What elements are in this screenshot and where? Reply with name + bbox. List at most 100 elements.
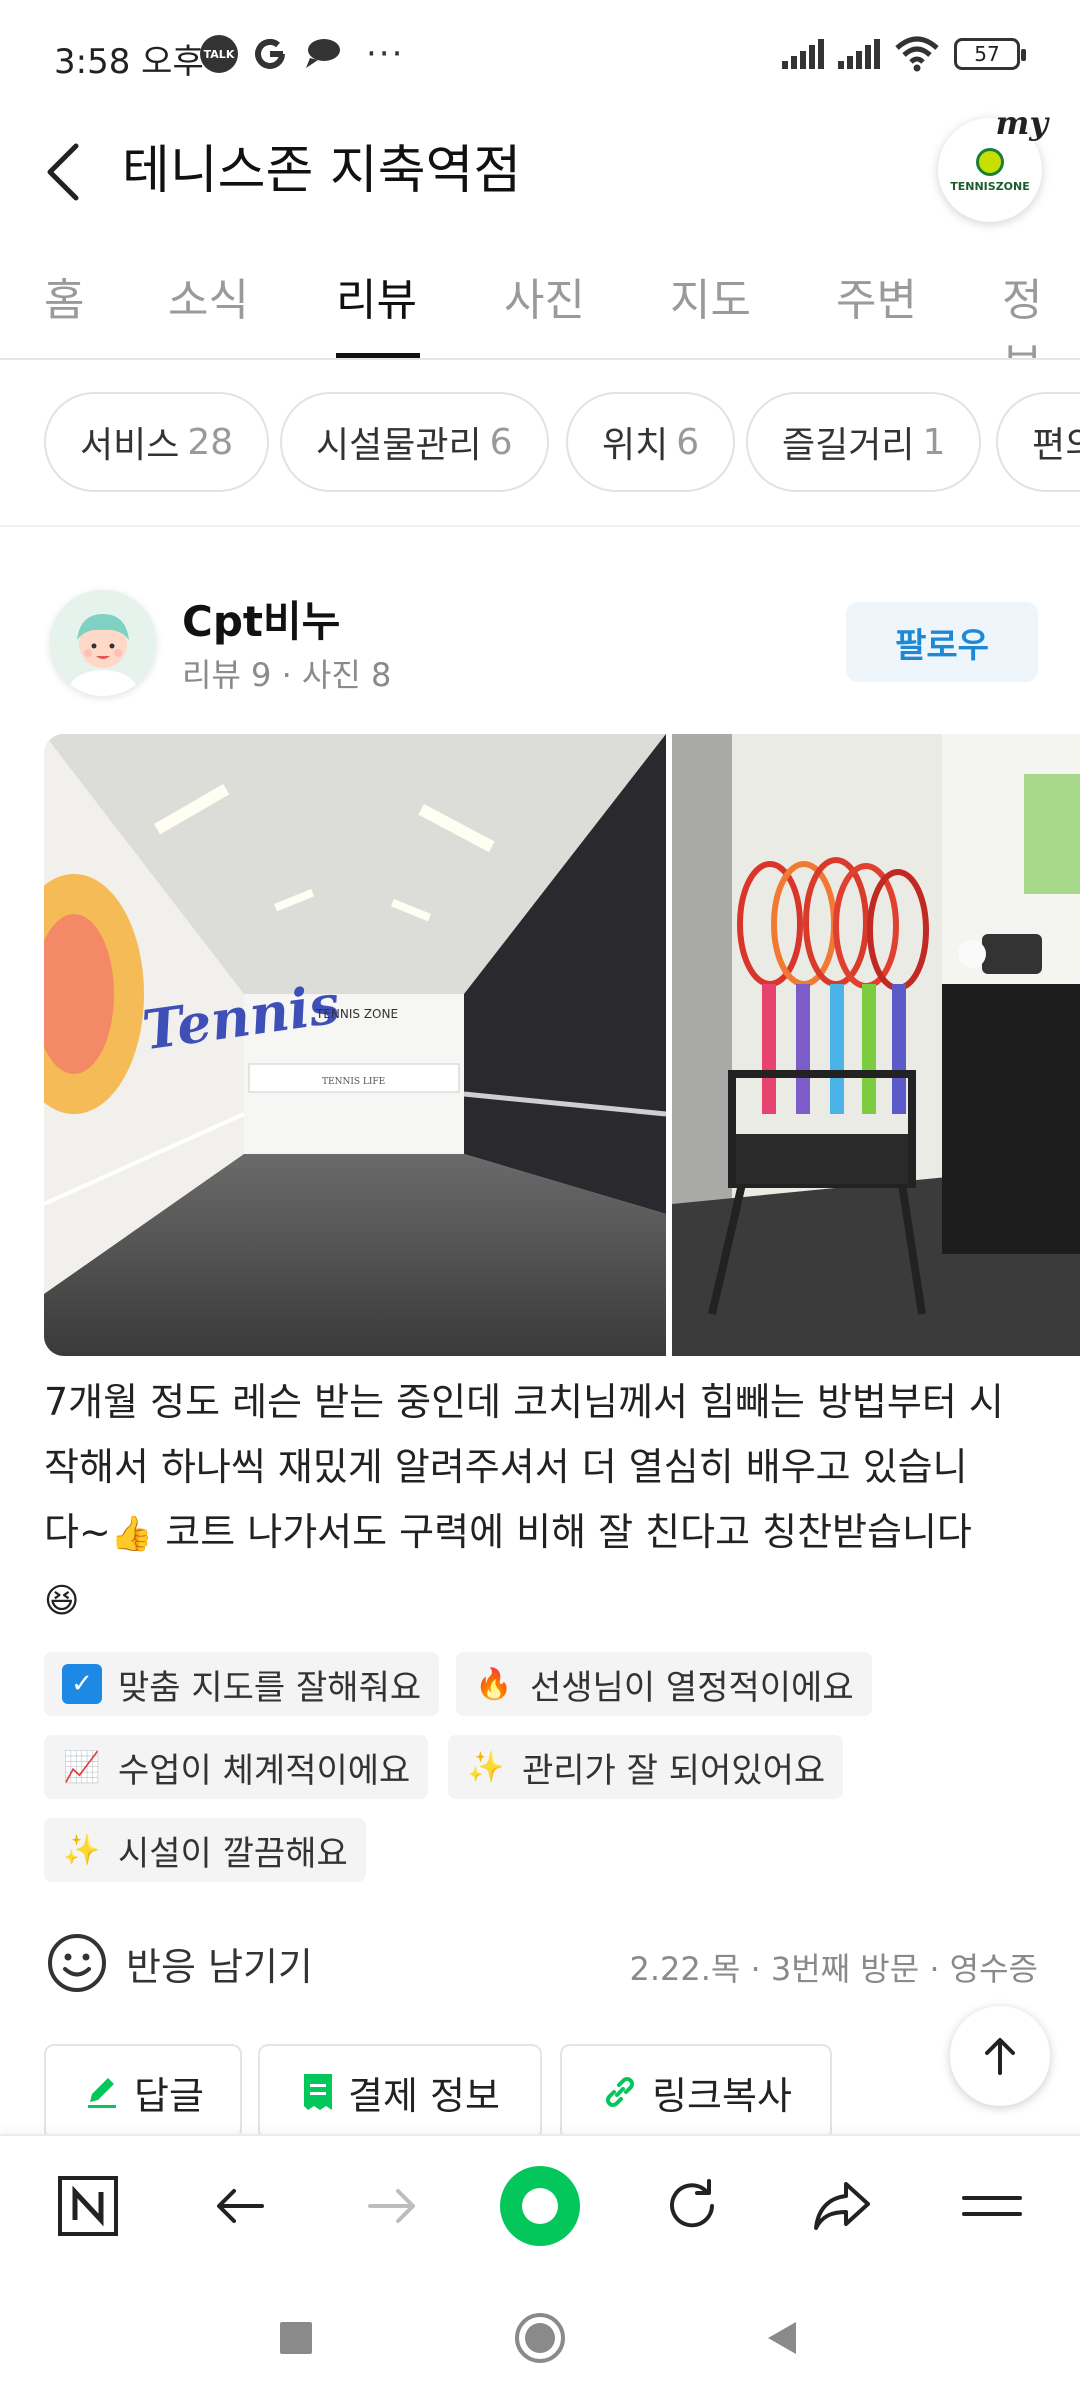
- review-line: 7개월 정도 레슨 받는 중인데 코치님께서 힘빼는 방법부터 시: [44, 1380, 1004, 1424]
- check-icon: ✓: [62, 1664, 102, 1704]
- sparkles-icon: ✨: [467, 1749, 505, 1785]
- tag-label: 선생님이 열정적이에요: [530, 1667, 854, 1708]
- reply-label: 답글: [134, 2073, 204, 2118]
- refresh-icon: [670, 2179, 714, 2228]
- circle-home-icon: [515, 2313, 565, 2363]
- review-photo-2[interactable]: [672, 734, 1080, 1356]
- follow-button[interactable]: 팔로우: [846, 602, 1038, 682]
- review-tag: ✨ 관리가 잘 되어있어요: [448, 1735, 844, 1799]
- chip-service[interactable]: 서비스 28: [44, 392, 270, 492]
- share-button[interactable]: [800, 2164, 884, 2248]
- tab-nearby[interactable]: 주변: [836, 264, 917, 328]
- visit-info: 2.22.목 · 3번째 방문 · 영수증: [629, 1950, 1038, 1988]
- browser-back-button[interactable]: [198, 2164, 282, 2248]
- scroll-to-top-button[interactable]: [950, 2006, 1050, 2106]
- logo-my-text: my: [995, 104, 1048, 142]
- chip-label: 서비스: [80, 425, 180, 466]
- triangle-back-icon: [768, 2322, 796, 2354]
- browser-toolbar: [0, 2134, 1080, 2274]
- status-bar: 3:58 오후 TALK ··· 57: [0, 0, 1080, 110]
- divider: [0, 525, 1080, 527]
- racket-rack-photo: [672, 734, 1080, 1356]
- chip-count: 1: [922, 421, 946, 463]
- back-button[interactable]: [36, 130, 96, 210]
- arrow-left-icon: [217, 2189, 264, 2223]
- receipt-icon: [304, 2074, 333, 2110]
- arrow-right-icon: [368, 2189, 415, 2223]
- smile-icon: [48, 1934, 106, 1992]
- tab-info[interactable]: 정보: [1002, 264, 1080, 358]
- review-text-fragment: 코트 나가서도 구력에 비해 잘 친다고 칭찬받습니다: [153, 1510, 972, 1554]
- tag-label: 시설이 깔끔해요: [118, 1833, 348, 1874]
- green-dot-icon: [500, 2166, 580, 2246]
- menu-button[interactable]: [950, 2164, 1034, 2248]
- pencil-icon: [88, 2078, 117, 2108]
- chip-entertainment[interactable]: 즐길거리 1: [746, 392, 982, 492]
- browser-forward-button[interactable]: [350, 2164, 434, 2248]
- tab-bar: 홈 소식 리뷰 사진 지도 주변 정보: [0, 250, 1080, 360]
- naver-n-icon: [58, 2176, 118, 2236]
- tab-reviews[interactable]: 리뷰: [336, 264, 417, 328]
- recents-button[interactable]: [268, 2310, 324, 2366]
- reaction-label: 반응 남기기: [126, 1944, 313, 1989]
- chip-count: 6: [676, 421, 700, 463]
- reviewer-stats: 리뷰 9 · 사진 8: [182, 656, 392, 694]
- reply-button[interactable]: 답글: [44, 2044, 242, 2140]
- tennis-ball-icon: [976, 147, 1004, 176]
- chart-up-icon: 📈: [63, 1749, 101, 1785]
- google-icon: [255, 38, 285, 69]
- system-navigation-bar: [0, 2274, 1080, 2400]
- review-tag: ✓ 맞춤 지도를 잘해줘요: [44, 1652, 440, 1716]
- reviewer-name[interactable]: Cpt비누: [182, 588, 340, 649]
- system-status: 57: [782, 36, 1026, 72]
- battery-icon: 57: [954, 38, 1026, 70]
- logo-text: TENNISZONE: [950, 179, 1030, 193]
- tag-label: 관리가 잘 되어있어요: [522, 1750, 826, 1791]
- battery-level: 57: [974, 42, 1000, 66]
- review-photo-1[interactable]: Tennis TENNIS ZONE TENNIS LIFE: [44, 734, 666, 1356]
- green-dot-button[interactable]: [498, 2164, 582, 2248]
- tag-label: 맞춤 지도를 잘해줘요: [118, 1667, 422, 1708]
- sparkles-icon: ✨: [63, 1832, 101, 1868]
- header: 테니스존 지축역점 my TENNISZONE: [0, 104, 1080, 240]
- system-back-button[interactable]: [754, 2310, 810, 2366]
- chip-facility[interactable]: 시설물관리 6: [280, 392, 549, 492]
- chip-label: 즐길거리: [782, 425, 915, 466]
- indoor-court-photo: Tennis TENNIS ZONE TENNIS LIFE: [44, 734, 666, 1356]
- naver-home-button[interactable]: [46, 2164, 130, 2248]
- square-icon: [280, 2322, 312, 2354]
- tenniszone-logo[interactable]: my TENNISZONE: [938, 104, 1048, 222]
- chip-location[interactable]: 위치 6: [566, 392, 736, 492]
- review-tag: 📈 수업이 체계적이에요: [44, 1735, 429, 1799]
- thumbs-up-icon: 👍: [110, 1514, 154, 1554]
- chat-icon: [306, 39, 340, 68]
- review-line: 작해서 하나씩 재밌게 알려주셔서 더 열심히 배우고 있습니: [44, 1445, 968, 1489]
- tab-map[interactable]: 지도: [670, 264, 751, 328]
- fire-icon: 🔥: [475, 1666, 513, 1702]
- keyword-filter-chips: 서비스28 시설물관리6 위치6 즐길거리1 편의: [0, 392, 1080, 496]
- tab-photos[interactable]: 사진: [504, 264, 585, 328]
- signal-2-icon: [838, 39, 880, 69]
- copy-link-button[interactable]: 링크복사: [560, 2044, 832, 2140]
- tab-home[interactable]: 홈: [44, 264, 84, 328]
- chip-convenience[interactable]: 편의: [996, 392, 1080, 492]
- refresh-button[interactable]: [650, 2164, 734, 2248]
- home-button[interactable]: [512, 2310, 568, 2366]
- avatar[interactable]: [50, 590, 156, 696]
- chip-count: 6: [489, 421, 513, 463]
- payment-info-button[interactable]: 결제 정보: [258, 2044, 542, 2140]
- review-line: 다~👍 코트 나가서도 구력에 비해 잘 친다고 칭찬받습니다: [44, 1500, 1044, 1567]
- tag-label: 수업이 체계적이에요: [118, 1750, 411, 1791]
- laughing-face-icon: 😆: [44, 1581, 80, 1621]
- signal-1-icon: [782, 39, 824, 69]
- tab-news[interactable]: 소식: [168, 264, 249, 328]
- banner-tennis-zone: TENNIS ZONE: [315, 1007, 398, 1021]
- page-title: 테니스존 지축역점: [122, 141, 522, 201]
- chevron-left-icon: [47, 143, 79, 201]
- chip-count: 28: [187, 421, 234, 463]
- leave-reaction-button[interactable]: 반응 남기기: [46, 1932, 313, 1994]
- copy-link-label: 링크복사: [652, 2073, 792, 2118]
- chip-label: 위치: [602, 425, 669, 466]
- link-icon: [606, 2077, 635, 2107]
- hamburger-menu-icon: [962, 2196, 1022, 2216]
